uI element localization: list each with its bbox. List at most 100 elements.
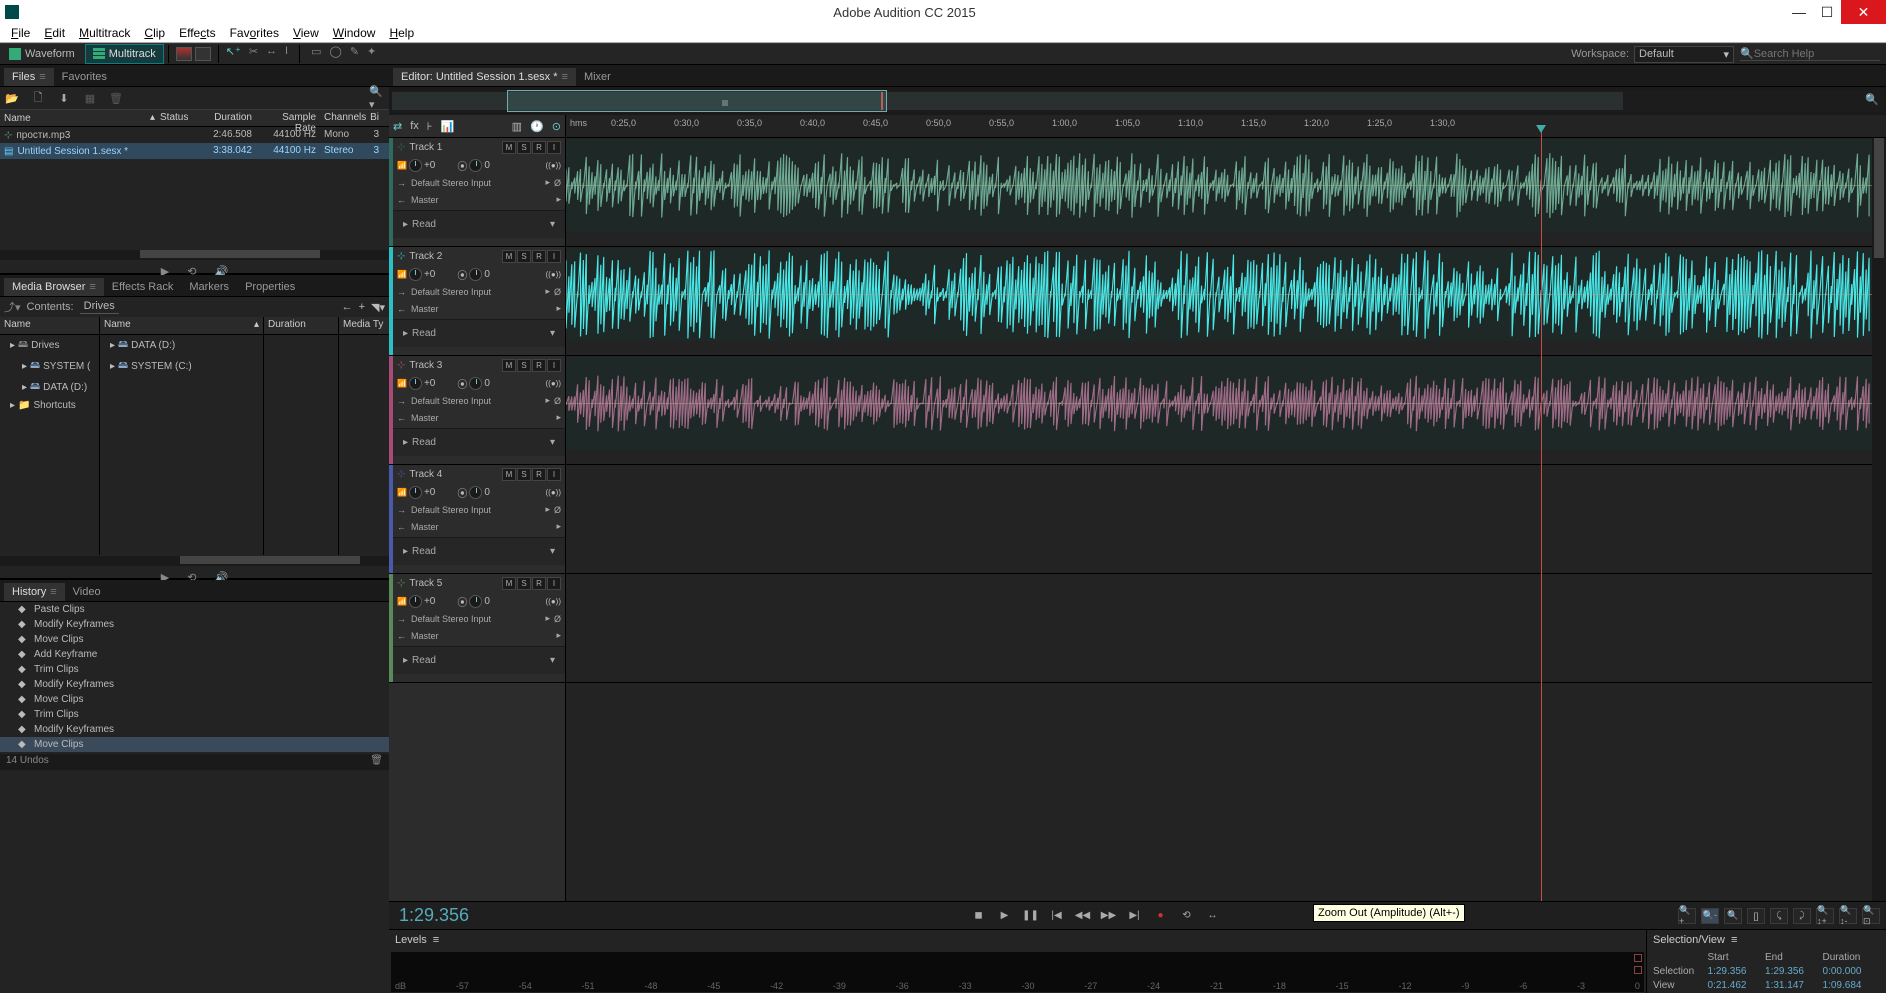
record-button[interactable]: ● [1153,908,1169,924]
close-button[interactable]: ✕ [1841,0,1886,24]
chevron-right-icon[interactable]: ▸ [545,395,550,406]
nav-up-icon[interactable]: ⤴▾ [4,299,21,315]
volume-knob[interactable] [409,486,422,499]
overview-window[interactable] [507,90,887,112]
zoom-out-amp-button[interactable]: 🔍↕- [1839,908,1857,924]
volume-knob[interactable] [409,268,422,281]
track-grip-icon[interactable]: ⊹ [397,251,405,262]
levels-meter[interactable]: dB-57-54-51-48-45-42-39-36-33-30-27-24-2… [391,952,1644,992]
automation-mode-dropdown[interactable]: Read [408,437,550,448]
file-row[interactable]: ⊹прости.mp3 2:46.508 44100 Hz Mono 3 [0,127,389,143]
timeline-track-row[interactable] [566,574,1872,683]
chevron-right-icon[interactable]: ▸ [556,630,561,641]
col-status-header[interactable]: Status [156,110,194,126]
track-name-label[interactable]: Track 1 [409,142,442,153]
forward-button[interactable]: ▶▶ [1101,908,1117,924]
audio-clip[interactable] [566,248,1872,341]
stop-button[interactable]: ◼ [971,908,987,924]
history-item[interactable]: ◆Modify Keyframes [0,677,389,692]
volume-value[interactable]: +0 [424,269,435,280]
col-bi-header[interactable]: Bi [365,110,383,126]
maximize-button[interactable]: ☐ [1813,0,1841,24]
history-item[interactable]: ◆Trim Clips [0,662,389,677]
phase-icon[interactable]: Ø [554,178,561,188]
menu-file[interactable]: File [4,26,37,40]
pause-button[interactable]: ❚❚ [1023,908,1039,924]
tree-item[interactable]: ▸ 🖴 DATA (D:) [0,377,99,398]
search-help-box[interactable]: 🔍 [1740,47,1880,61]
col-sr-header[interactable]: Sample Rate [256,110,320,126]
track-name-label[interactable]: Track 2 [409,251,442,262]
volume-value[interactable]: +0 [424,487,435,498]
output-dropdown[interactable]: Master [411,304,552,314]
clip-indicator[interactable] [1634,966,1642,974]
chevron-right-icon[interactable]: ▸ [556,303,561,314]
stereo-icon[interactable]: ((●)) [546,270,562,279]
track-name-label[interactable]: Track 5 [409,578,442,589]
tab-files[interactable]: Files≡ [4,68,54,86]
zoom-full-button[interactable]: 🔍⊡ [1862,908,1880,924]
solo-button[interactable]: S [517,250,531,263]
history-item[interactable]: ◆Move Clips [0,632,389,647]
track-header[interactable]: ⊹Track 1MSRI📶+0⦿0((●))→Default Stereo In… [389,138,565,247]
automation-mode-dropdown[interactable]: Read [408,219,550,230]
mute-button[interactable]: M [502,250,516,263]
volume-value[interactable]: +0 [424,378,435,389]
history-item[interactable]: ◆Trim Clips [0,707,389,722]
chevron-down-icon[interactable]: ▾ [550,437,555,448]
solo-button[interactable]: S [517,468,531,481]
record-arm-button[interactable]: R [532,468,546,481]
chevron-down-icon[interactable]: ▾ [550,546,555,557]
solo-button[interactable]: S [517,577,531,590]
view-end[interactable]: 1:31.147 [1765,980,1823,991]
output-dropdown[interactable]: Master [411,195,552,205]
pan-knob[interactable] [469,159,482,172]
marquee-tool[interactable]: ▭ [311,45,321,63]
mute-button[interactable]: M [502,359,516,372]
chevron-right-icon[interactable]: ▸ [556,521,561,532]
zoom-selection-button[interactable]: [⁠] [1747,908,1765,924]
volume-knob[interactable] [409,159,422,172]
new-file-icon[interactable]: 🗋 [30,90,46,106]
trash-icon[interactable]: 🗑 [370,755,383,769]
history-item[interactable]: ◆Add Keyframe [0,647,389,662]
monitor-button[interactable]: I [547,577,561,590]
timeline-track-row[interactable] [566,356,1872,465]
automation-mode-dropdown[interactable]: Read [408,546,550,557]
mute-button[interactable]: M [502,468,516,481]
pan-value[interactable]: 0 [484,269,490,280]
chevron-down-icon[interactable]: ▾ [550,328,555,339]
mute-button[interactable]: M [502,141,516,154]
brush-tool[interactable]: ✎ [350,45,359,63]
input-dropdown[interactable]: Default Stereo Input [411,505,541,515]
pan-value[interactable]: 0 [484,596,490,607]
multitrack-mode-button[interactable]: Multitrack [86,45,163,63]
zoom-reset-button[interactable]: 🔍 [1724,908,1742,924]
tab-history[interactable]: History≡ [4,583,65,601]
tab-markers[interactable]: Markers [181,278,237,296]
forward-icon[interactable]: + [359,301,365,313]
files-search-icon[interactable]: 🔍▾ [369,90,385,106]
track-grip-icon[interactable]: ⊹ [397,578,405,589]
view-duration[interactable]: 1:09.684 [1823,980,1881,991]
volume-value[interactable]: +0 [424,596,435,607]
panel-menu-icon[interactable]: ≡ [562,71,568,83]
playhead-line[interactable] [1541,138,1542,901]
pan-knob[interactable] [469,268,482,281]
col-duration-header[interactable]: Duration [194,110,256,126]
tab-effects-rack[interactable]: Effects Rack [104,278,182,296]
audio-clip[interactable] [566,357,1872,450]
minimize-button[interactable]: — [1785,0,1813,24]
skip-selection-button[interactable]: ↔ [1205,908,1221,924]
heal-tool[interactable]: ✦ [367,45,376,63]
stereo-icon[interactable]: ((●)) [546,597,562,606]
menu-clip[interactable]: Clip [137,26,172,40]
panel-menu-icon[interactable]: ≡ [89,281,95,293]
tab-properties[interactable]: Properties [237,278,303,296]
go-to-end-button[interactable]: ▶| [1127,908,1143,924]
zoom-in-time-button[interactable]: 🔍+ [1678,908,1696,924]
tree-item[interactable]: ▸ 🖴 DATA (D:) [100,335,263,356]
pan-value[interactable]: 0 [484,487,490,498]
history-item[interactable]: ◆Move Clips [0,692,389,707]
workspace-dropdown[interactable]: Default▾ [1634,46,1734,63]
